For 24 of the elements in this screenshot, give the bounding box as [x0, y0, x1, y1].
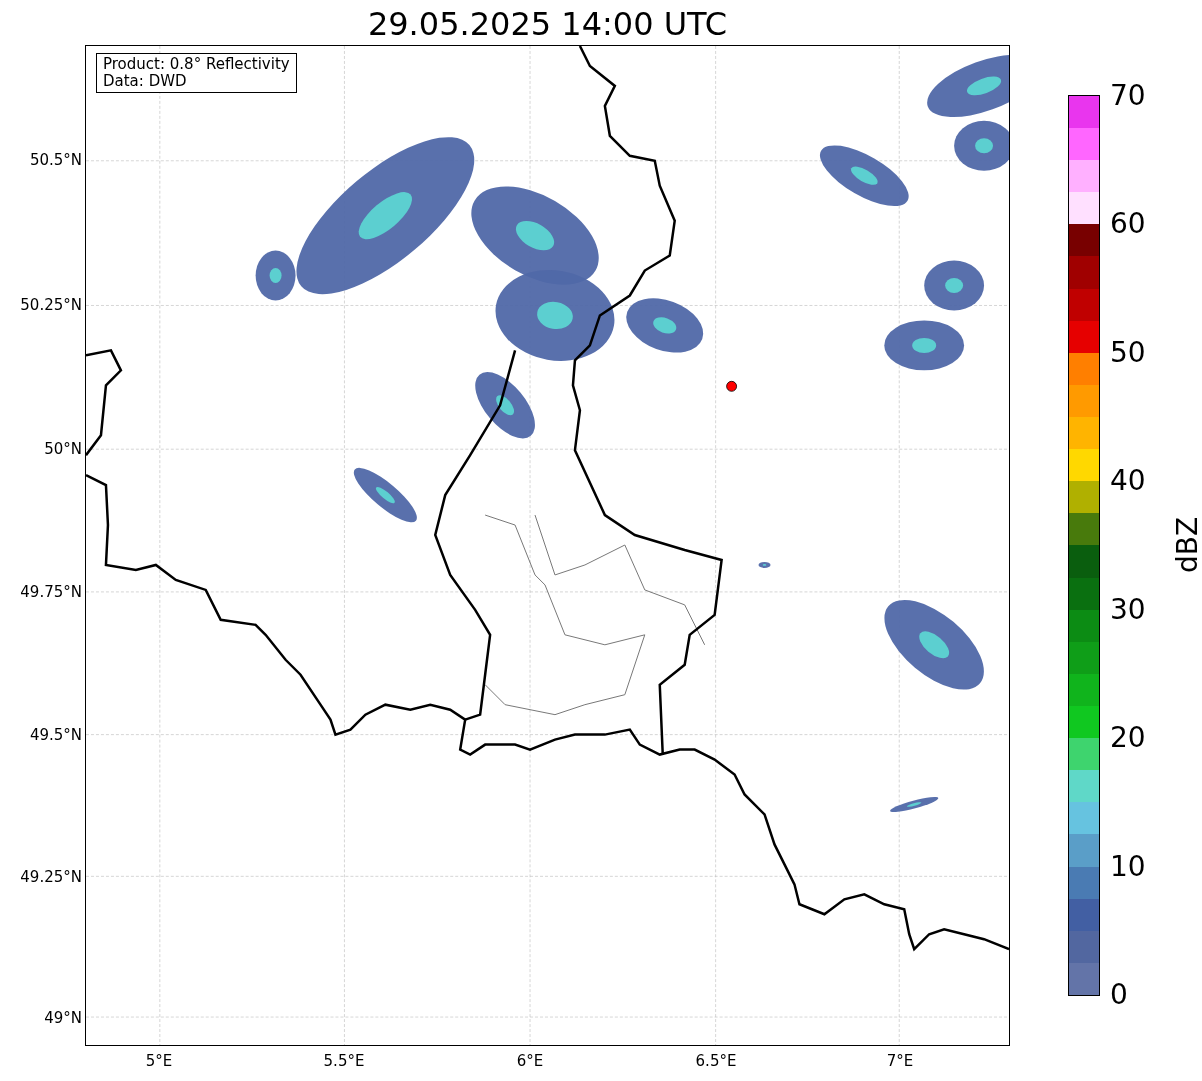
colorbar-tick-label: 30	[1110, 593, 1146, 626]
chart-title: 29.05.2025 14:00 UTC	[366, 4, 729, 44]
y-tick-label: 49.75°N	[20, 583, 82, 601]
x-tick-label: 5.5°E	[323, 1052, 365, 1070]
x-tick-label: 5°E	[145, 1052, 173, 1070]
y-tick-label: 49.5°N	[29, 726, 82, 744]
info-text: Data: DWD	[103, 73, 188, 90]
y-tick-label: 50°N	[44, 440, 82, 458]
y-tick-label: 49.25°N	[20, 868, 82, 886]
colorbar-tick-label: 20	[1110, 722, 1146, 755]
x-tick-label: 7°E	[886, 1052, 914, 1070]
colorbar-tick-label: 40	[1110, 465, 1146, 498]
x-tick-label: 6.5°E	[695, 1052, 737, 1070]
colorbar-tick-label: 10	[1110, 850, 1146, 883]
colorbar-label: dBZ	[1172, 516, 1202, 574]
info-text: Product: 0.8° Reflectivity	[103, 56, 290, 73]
colorbar-tick-label: 70	[1110, 80, 1146, 112]
colorbar-tick-label: 60	[1110, 208, 1146, 241]
y-tick-label: 50.25°N	[20, 296, 82, 314]
colorbar-tick-label: 50	[1110, 336, 1146, 369]
colorbar-tick-label: 0	[1110, 979, 1128, 1011]
y-tick-label: 50.5°N	[29, 151, 82, 169]
y-tick-label: 49°N	[44, 1009, 82, 1027]
x-tick-label: 6°E	[516, 1052, 544, 1070]
